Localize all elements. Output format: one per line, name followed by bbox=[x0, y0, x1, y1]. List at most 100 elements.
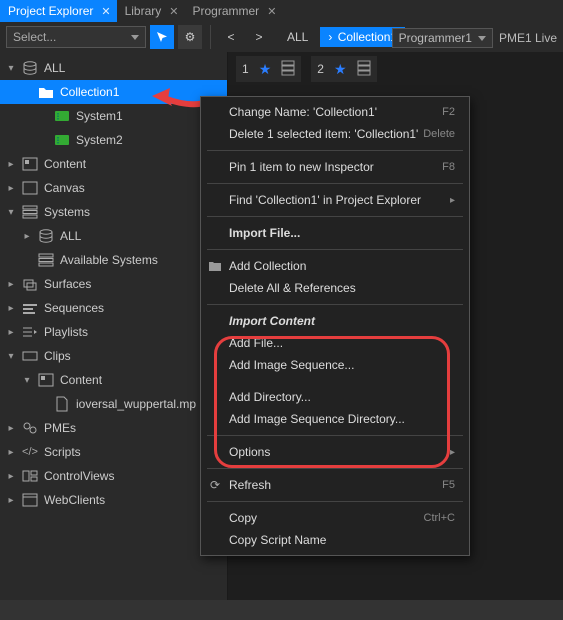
close-icon[interactable]: ✕ bbox=[169, 5, 178, 18]
settings-button[interactable]: ⚙ bbox=[178, 25, 202, 49]
filter-select[interactable]: Select... bbox=[6, 26, 146, 48]
thumb-number: 2 bbox=[317, 62, 324, 76]
menu-item-change-name-collection1[interactable]: Change Name: 'Collection1'F2 bbox=[201, 101, 469, 123]
chevron-down-icon bbox=[478, 36, 486, 41]
tree-item-canvas[interactable]: ▸Canvas bbox=[0, 176, 227, 200]
tree-item-label: Collection1 bbox=[60, 85, 119, 99]
chevron-down-icon[interactable]: ▾ bbox=[6, 207, 16, 217]
tree-item-pmes[interactable]: ▸ PMEs bbox=[0, 416, 227, 440]
chevron-right-icon[interactable]: ▸ bbox=[6, 183, 16, 193]
tree-item-label: ALL bbox=[44, 61, 65, 75]
tab-programmer[interactable]: Programmer ✕ bbox=[185, 0, 283, 22]
menu-item-label: Refresh bbox=[229, 478, 271, 492]
chevron-right-icon: › bbox=[328, 30, 332, 44]
crumb-all[interactable]: ALL bbox=[279, 27, 316, 47]
tree-item-ioversal-wuppertal-mp[interactable]: ioversal_wuppertal.mp bbox=[0, 392, 227, 416]
menu-item-options[interactable]: Options▸ bbox=[201, 441, 469, 463]
gear-icon: ⚙ bbox=[185, 30, 196, 44]
nav-back-button[interactable]: < bbox=[219, 25, 243, 49]
nav-back-label: < bbox=[227, 30, 234, 44]
tree-item-clips[interactable]: ▾Clips bbox=[0, 344, 227, 368]
menu-item-label: Copy Script Name bbox=[229, 533, 326, 547]
cursor-tool-button[interactable] bbox=[150, 25, 174, 49]
chevron-right-icon[interactable]: ▸ bbox=[6, 159, 16, 169]
chevron-right-icon: ▸ bbox=[450, 195, 455, 206]
menu-separator bbox=[207, 435, 463, 436]
close-icon[interactable]: ✕ bbox=[267, 5, 276, 18]
systems-icon bbox=[22, 204, 38, 220]
tree-item-system1[interactable]: System1 bbox=[0, 104, 227, 128]
footer-bar bbox=[0, 600, 563, 620]
tree-item-surfaces[interactable]: ▸Surfaces bbox=[0, 272, 227, 296]
pmes-icon bbox=[22, 420, 38, 436]
menu-item-add-file[interactable]: Add File... bbox=[201, 332, 469, 354]
chevron-right-icon[interactable]: ▸ bbox=[6, 471, 16, 481]
chevron-right-icon[interactable]: ▸ bbox=[6, 327, 16, 337]
tab-label: Programmer bbox=[193, 4, 260, 18]
thumb-item[interactable]: 1 ★ bbox=[236, 56, 301, 82]
tab-library[interactable]: Library ✕ bbox=[117, 0, 185, 22]
tree-item-sequences[interactable]: ▸Sequences bbox=[0, 296, 227, 320]
folder-icon bbox=[38, 84, 54, 100]
programmer-dropdown[interactable]: Programmer1 bbox=[392, 28, 493, 48]
menu-item-add-image-sequence-directory[interactable]: Add Image Sequence Directory... bbox=[201, 408, 469, 430]
chevron-right-icon[interactable]: ▸ bbox=[6, 495, 16, 505]
tree-item-controlviews[interactable]: ▸ControlViews bbox=[0, 464, 227, 488]
server-icon bbox=[357, 60, 371, 79]
menu-item-pin-1-item-to-new-inspector[interactable]: Pin 1 item to new InspectorF8 bbox=[201, 156, 469, 178]
menu-item-import-file[interactable]: Import File... bbox=[201, 222, 469, 244]
tree-item-system2[interactable]: System2 bbox=[0, 128, 227, 152]
tree-item-webclients[interactable]: ▸WebClients bbox=[0, 488, 227, 512]
tree-item-systems[interactable]: ▾Systems bbox=[0, 200, 227, 224]
tree-item-scripts[interactable]: ▸</>Scripts bbox=[0, 440, 227, 464]
content-icon bbox=[22, 156, 38, 172]
menu-item-delete-1-selected-item-collection1[interactable]: Delete 1 selected item: 'Collection1' Del… bbox=[201, 123, 469, 145]
menu-item-import-content[interactable]: Import Content bbox=[201, 310, 469, 332]
menu-item-label: Delete 1 selected item: 'Collection1' bbox=[229, 127, 418, 141]
chevron-down-icon[interactable]: ▾ bbox=[6, 63, 16, 73]
folder+-icon bbox=[207, 258, 223, 274]
chevron-right-icon[interactable]: ▸ bbox=[6, 303, 16, 313]
chevron-right-icon[interactable]: ▸ bbox=[6, 279, 16, 289]
tree-item-content[interactable]: ▸Content bbox=[0, 152, 227, 176]
menu-separator bbox=[207, 304, 463, 305]
tab-label: Library bbox=[125, 4, 162, 18]
tab-project-explorer[interactable]: Project Explorer ✕ bbox=[0, 0, 117, 22]
menu-item-find-collection1-in-project-explorer[interactable]: Find 'Collection1' in Project Explorer▸ bbox=[201, 189, 469, 211]
sequences-icon bbox=[22, 300, 38, 316]
thumb-item[interactable]: 2 ★ bbox=[311, 56, 376, 82]
clips-icon bbox=[22, 348, 38, 364]
menu-item-add-collection[interactable]: Add Collection bbox=[201, 255, 469, 277]
close-icon[interactable]: ✕ bbox=[101, 5, 110, 18]
menu-item-copy[interactable]: CopyCtrl+C bbox=[201, 507, 469, 529]
pme-status[interactable]: PME1 Live bbox=[499, 31, 557, 45]
chevron-down-icon[interactable]: ▾ bbox=[6, 351, 16, 361]
tree-item-content[interactable]: ▾Content bbox=[0, 368, 227, 392]
tree-item-playlists[interactable]: ▸Playlists bbox=[0, 320, 227, 344]
tree-item-available-systems[interactable]: Available Systems bbox=[0, 248, 227, 272]
select-placeholder: Select... bbox=[13, 30, 56, 44]
file-icon bbox=[54, 396, 70, 412]
nav-forward-button[interactable]: > bbox=[247, 25, 271, 49]
menu-item-add-image-sequence[interactable]: Add Image Sequence... bbox=[201, 354, 469, 376]
tree-item-label: System2 bbox=[76, 133, 123, 147]
chevron-right-icon[interactable]: ▸ bbox=[22, 231, 32, 241]
menu-item-delete-all-references[interactable]: Delete All & References bbox=[201, 277, 469, 299]
menu-item-label: Delete All & References bbox=[229, 281, 356, 295]
chevron-right-icon[interactable]: ▸ bbox=[6, 447, 16, 457]
menu-item-copy-script-name[interactable]: Copy Script Name bbox=[201, 529, 469, 551]
tree-item-all[interactable]: ▾ ALL bbox=[0, 56, 227, 80]
db-icon bbox=[38, 228, 54, 244]
menu-item-label: Add Image Sequence... bbox=[229, 358, 354, 372]
menu-item-add-directory[interactable]: Add Directory... bbox=[201, 386, 469, 408]
expander-spacer bbox=[38, 135, 48, 145]
chevron-right-icon[interactable]: ▸ bbox=[6, 423, 16, 433]
menu-item-refresh[interactable]: ⟳RefreshF5 bbox=[201, 474, 469, 496]
tree-item-collection1[interactable]: Collection1 bbox=[0, 80, 227, 104]
web-icon bbox=[22, 492, 38, 508]
menu-shortcut: Delete bbox=[423, 128, 455, 140]
tree-item-label: PMEs bbox=[44, 421, 76, 435]
tree-item-all[interactable]: ▸ALL bbox=[0, 224, 227, 248]
menu-item-label: Add Collection bbox=[229, 259, 306, 273]
chevron-down-icon[interactable]: ▾ bbox=[22, 375, 32, 385]
